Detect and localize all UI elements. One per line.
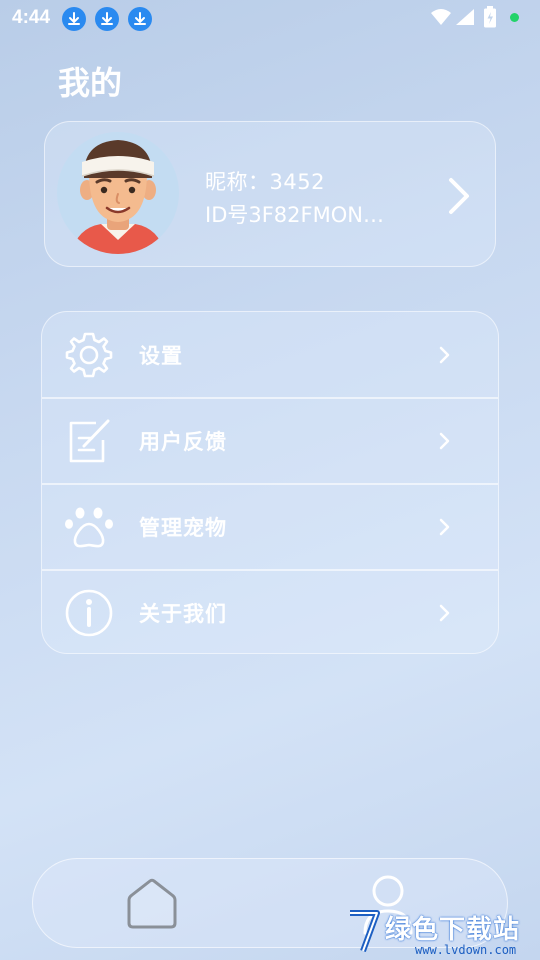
chevron-right-icon (439, 604, 450, 622)
status-time: 4:44 (12, 7, 51, 28)
download-icon (95, 7, 119, 31)
menu-label-settings: 设置 (139, 344, 183, 368)
notification-dot-icon (510, 13, 519, 22)
battery-icon (484, 6, 496, 28)
home-icon[interactable] (123, 875, 181, 933)
user-id-text: ID号3F82FMON… (205, 203, 384, 227)
chevron-right-icon (439, 432, 450, 450)
status-bar: 4:44 (0, 0, 540, 36)
nickname-text: 昵称：3452 (205, 170, 325, 194)
menu-item-feedback[interactable]: 用户反馈 (42, 398, 498, 483)
menu-item-about-us[interactable]: 关于我们 (42, 570, 498, 655)
profile-card[interactable]: 昵称：3452 ID号3F82FMON… (44, 121, 496, 267)
page-title: 我的 (58, 64, 123, 102)
chevron-right-icon (439, 518, 450, 536)
menu-label-feedback: 用户反馈 (139, 430, 227, 454)
feedback-edit-icon (69, 419, 110, 463)
wifi-icon (431, 9, 451, 25)
gear-icon (65, 332, 113, 378)
download-icon (62, 7, 86, 31)
watermark-logo-icon (350, 910, 380, 953)
avatar (57, 132, 179, 254)
chevron-right-icon (439, 346, 450, 364)
info-icon (65, 589, 113, 637)
chevron-right-icon[interactable] (445, 176, 473, 216)
menu-label-about-us: 关于我们 (139, 602, 227, 626)
watermark-url: www.lvdown.com (415, 943, 517, 957)
download-icon (128, 7, 152, 31)
watermark: 绿色下载站 www.lvdown.com (345, 905, 540, 960)
menu-item-settings[interactable]: 设置 (42, 312, 498, 397)
watermark-text: 绿色下载站 (385, 915, 521, 945)
menu-card: 设置 用户反馈 管理宠物 关于我们 (41, 311, 499, 654)
paw-icon (65, 507, 113, 548)
signal-icon (456, 9, 474, 25)
menu-label-manage-pets: 管理宠物 (139, 516, 227, 540)
menu-item-manage-pets[interactable]: 管理宠物 (42, 484, 498, 569)
